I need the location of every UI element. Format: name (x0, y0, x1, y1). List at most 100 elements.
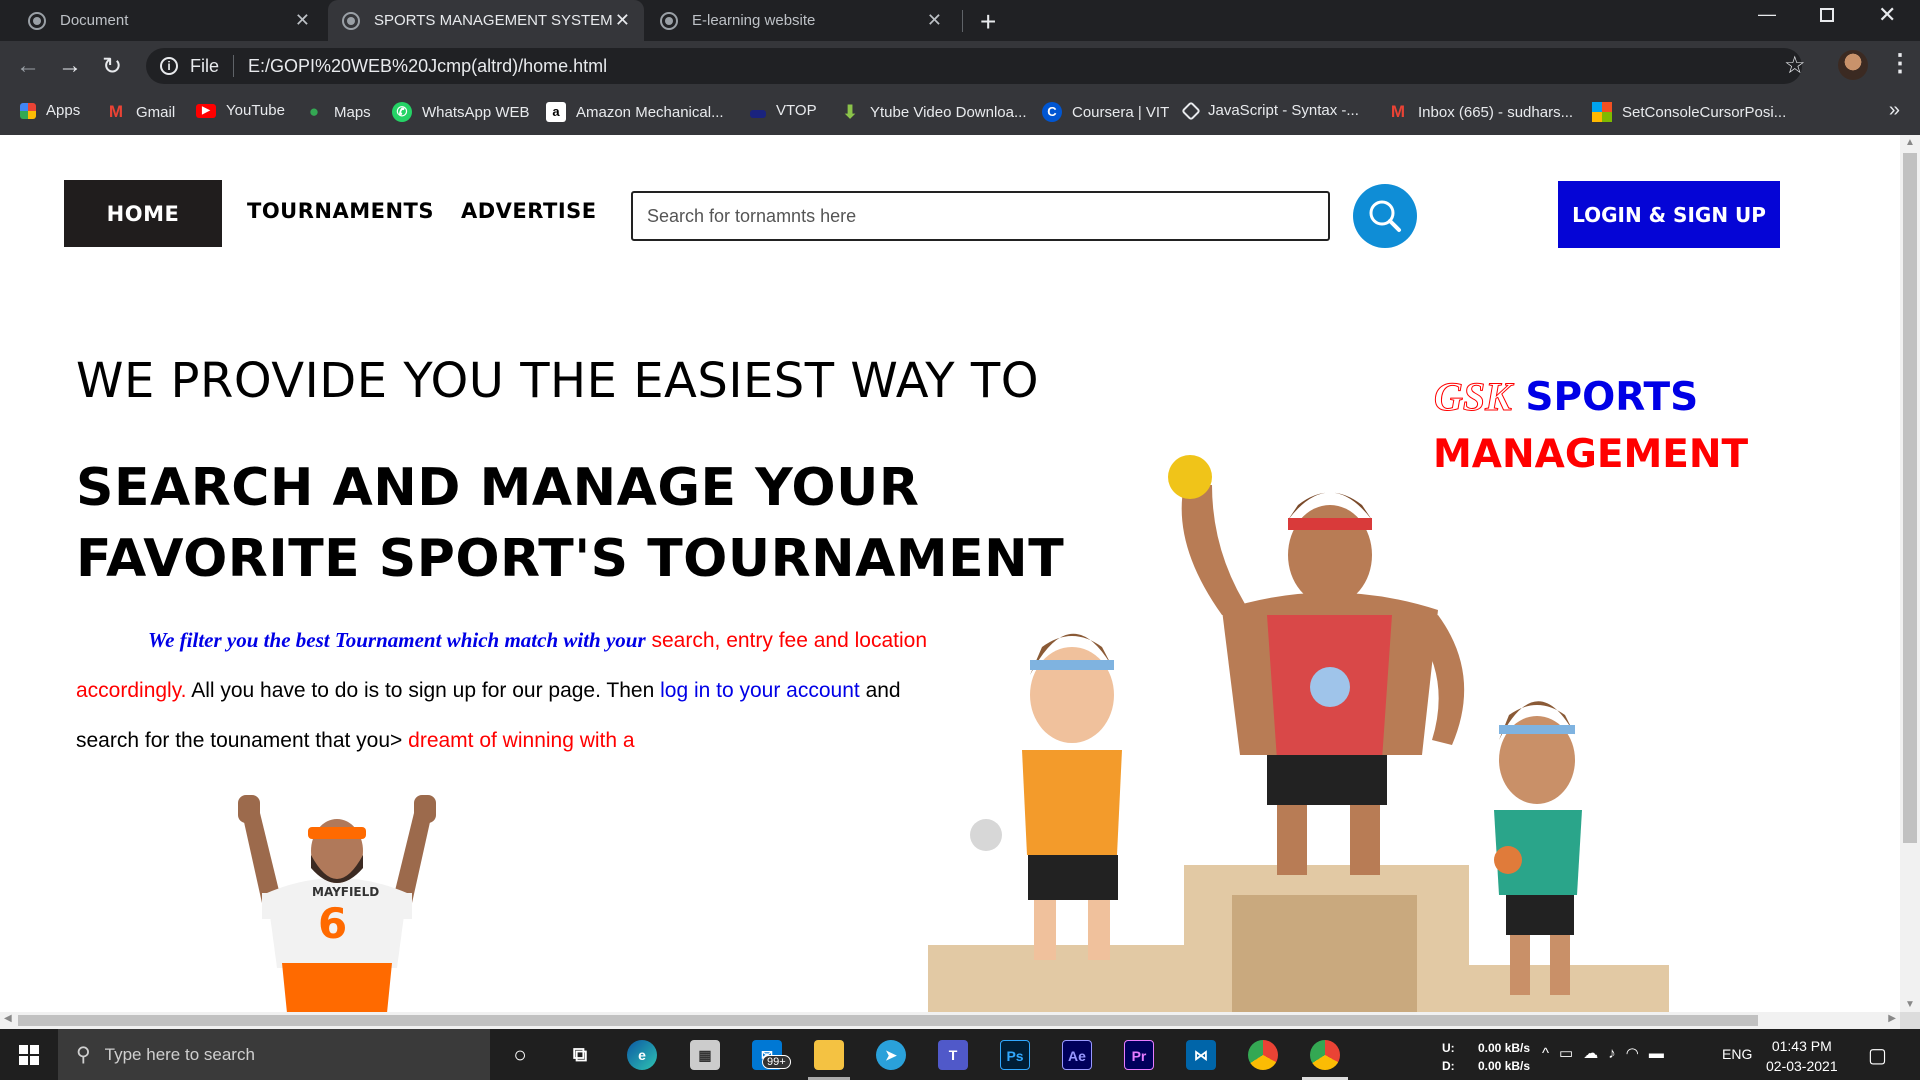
bookmark-coursera-vit[interactable]: C Coursera | VIT (1042, 102, 1169, 122)
hero-headline-line1: WE PROVIDE YOU THE EASIEST WAY TO (76, 353, 1039, 409)
windows-taskbar: ⚲ Type here to search ○ ⧉ e ▦ ✉ 99+ ➤ T … (0, 1029, 1920, 1080)
horizontal-scrollbar[interactable]: ◀ ▶ (0, 1012, 1900, 1029)
windows-start-icon[interactable] (19, 1045, 39, 1065)
scrollbar-corner (1900, 1012, 1920, 1029)
search-icon: ⚲ (76, 1044, 91, 1066)
bookmark-javascript-syntax[interactable]: JavaScript - Syntax -... (1181, 100, 1359, 121)
vertical-scrollbar[interactable]: ▲ ▼ (1900, 135, 1920, 1012)
tab-title: SPORTS MANAGEMENT SYSTEM (374, 12, 613, 29)
photoshop-icon[interactable]: Ps (1000, 1040, 1030, 1070)
hero-headline-line3: FAVORITE SPORT'S TOURNAMENT (76, 529, 1065, 589)
forward-arrow-icon[interactable]: → (58, 52, 82, 80)
close-window-icon[interactable]: ✕ (1878, 2, 1896, 28)
login-signup-button[interactable]: LOGIN & SIGN UP (1558, 181, 1780, 248)
taskbar-clock[interactable]: 01:43 PM 02-03-2021 (1766, 1036, 1838, 1076)
after-effects-icon[interactable]: Ae (1062, 1040, 1092, 1070)
cloud-icon[interactable]: ☁ (1583, 1045, 1608, 1062)
nav-home-button[interactable]: HOME (64, 180, 222, 247)
scroll-left-arrow-icon[interactable]: ◀ (4, 1013, 12, 1024)
horizontal-scroll-thumb[interactable] (18, 1015, 1758, 1026)
whatsapp-icon: ✆ (392, 102, 412, 122)
bookmark-star-icon[interactable]: ☆ (1784, 51, 1806, 80)
bookmark-whatsapp-web[interactable]: ✆ WhatsApp WEB (392, 102, 530, 122)
restore-window-icon[interactable] (1820, 8, 1834, 22)
profile-avatar[interactable] (1838, 50, 1868, 80)
chevron-up-icon[interactable]: ^ (1542, 1045, 1559, 1062)
tab-document[interactable]: Document ✕ (14, 0, 324, 41)
more-bookmarks-chevron-icon[interactable]: » (1889, 99, 1900, 122)
minimize-window-icon[interactable]: — (1758, 4, 1776, 25)
vtop-icon (750, 109, 766, 118)
taskbar-search-box[interactable]: ⚲ Type here to search (58, 1029, 490, 1080)
bookmark-ytube-video-downloader[interactable]: ⬇ Ytube Video Downloa... (840, 102, 1027, 122)
address-scheme-label: File (190, 55, 220, 76)
bookmark-label: JavaScript - Syntax -... (1208, 102, 1359, 119)
maps-icon: ● (308, 102, 320, 121)
bookmark-label: VTOP (776, 102, 817, 119)
bookmark-amazon-mechanical[interactable]: a Amazon Mechanical... (546, 102, 724, 122)
bookmark-maps[interactable]: ● Maps (304, 102, 371, 122)
bookmarks-bar: Apps M Gmail ▶ YouTube ● Maps ✆ WhatsApp… (0, 91, 1920, 135)
chrome-icon[interactable] (1248, 1040, 1278, 1070)
teams-icon[interactable]: T (938, 1040, 968, 1070)
more-menu-icon[interactable]: ⋮ (1888, 49, 1912, 78)
search-button[interactable] (1353, 184, 1417, 248)
reload-icon[interactable]: ↻ (102, 52, 122, 81)
hero-headline-line2: SEARCH AND MANAGE YOUR (76, 458, 920, 518)
vscode-icon[interactable]: ⋈ (1186, 1040, 1216, 1070)
globe-icon (28, 11, 46, 30)
cortana-icon[interactable]: ○ (505, 1040, 535, 1070)
microsoft-store-icon[interactable]: ▦ (690, 1040, 720, 1070)
file-explorer-icon[interactable] (814, 1040, 844, 1070)
tournament-search-input[interactable] (631, 191, 1330, 241)
premiere-pro-icon[interactable]: Pr (1124, 1040, 1154, 1070)
bookmark-gmail[interactable]: M Gmail (106, 102, 175, 122)
javascript-icon (1181, 100, 1201, 121)
bookmark-label: YouTube (226, 102, 285, 119)
nav-advertise-link[interactable]: ADVERTISE (461, 199, 597, 223)
language-indicator[interactable]: ENG (1722, 1046, 1752, 1062)
clock-time: 01:43 PM (1771, 1038, 1832, 1054)
bookmark-apps[interactable]: Apps (20, 102, 80, 119)
back-arrow-icon[interactable]: ← (16, 52, 40, 80)
paragraph-part-filter: We filter you the best Tournament which … (148, 628, 646, 652)
bookmark-setconsolecursorposition[interactable]: SetConsoleCursorPosi... (1592, 102, 1786, 122)
volume-icon[interactable]: ♪ (1608, 1045, 1626, 1062)
address-separator (233, 55, 235, 77)
tab-e-learning-website[interactable]: E-learning website ✕ (646, 0, 956, 41)
address-bar[interactable]: i File E:/GOPI%20WEB%20Jcmp(altrd)/home.… (146, 48, 1802, 84)
brand-gsk: GSK (1434, 374, 1513, 420)
net-speed-values: 0.00 kB/s 0.00 kB/s (1478, 1039, 1530, 1075)
wifi-icon[interactable]: ◠ (1626, 1045, 1649, 1062)
task-view-icon[interactable]: ⧉ (565, 1040, 595, 1070)
scroll-right-arrow-icon[interactable]: ▶ (1888, 1013, 1896, 1024)
nav-tournaments-link[interactable]: TOURNAMENTS (247, 199, 434, 223)
bookmark-label: Apps (46, 102, 81, 119)
close-tab-icon[interactable]: ✕ (927, 10, 942, 31)
bookmark-inbox[interactable]: M Inbox (665) - sudhars... (1388, 102, 1573, 122)
net-down-value: 0.00 kB/s (1478, 1059, 1531, 1073)
bookmark-vtop[interactable]: VTOP (750, 102, 817, 119)
podium-winners-illustration (928, 455, 1669, 1012)
info-icon[interactable]: i (160, 57, 178, 75)
device-icon[interactable]: ▭ (1559, 1045, 1583, 1062)
bookmark-label: Ytube Video Downloa... (870, 103, 1027, 121)
battery-icon[interactable]: ▬ (1649, 1045, 1674, 1062)
address-url[interactable]: E:/GOPI%20WEB%20Jcmp(altrd)/home.html (248, 56, 607, 77)
vertical-scroll-thumb[interactable] (1903, 153, 1917, 843)
scroll-down-arrow-icon[interactable]: ▼ (1905, 999, 1915, 1010)
notification-center-icon[interactable]: ▢ (1868, 1043, 1887, 1068)
system-tray-icons[interactable]: ^▭☁♪◠▬ (1542, 1044, 1674, 1062)
tab-sports-management-system[interactable]: SPORTS MANAGEMENT SYSTEM ✕ (328, 0, 644, 41)
browser-toolbar: ← → ↻ i File E:/GOPI%20WEB%20Jcmp(altrd)… (0, 41, 1920, 91)
scroll-up-arrow-icon[interactable]: ▲ (1905, 137, 1915, 148)
new-tab-plus-icon[interactable]: + (980, 6, 996, 38)
chrome-active-icon[interactable] (1310, 1040, 1340, 1070)
bookmark-youtube[interactable]: ▶ YouTube (196, 102, 285, 119)
download-icon: ⬇ (842, 102, 858, 122)
gmail-icon: M (1390, 102, 1406, 121)
close-tab-icon[interactable]: ✕ (295, 10, 310, 31)
close-tab-icon[interactable]: ✕ (615, 10, 630, 31)
edge-browser-icon[interactable]: e (627, 1040, 657, 1070)
telegram-icon[interactable]: ➤ (876, 1040, 906, 1070)
